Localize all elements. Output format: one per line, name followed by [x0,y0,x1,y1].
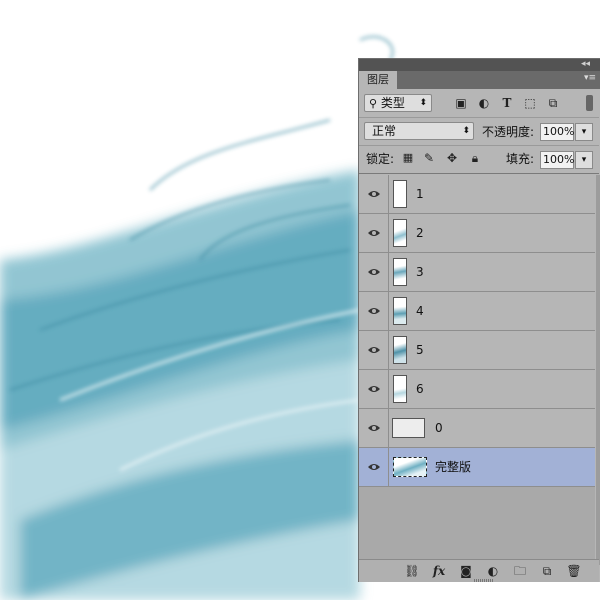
layers-panel: ◂◂ 图层 ▾≡ ⚲ 类型 ⬍ ▣ ◐ T ⬚ ⧉ 正常 ⬍ 不透明度: 100… [358,58,600,582]
search-icon: ⚲ [369,97,378,110]
layer-thumbnail [393,375,407,403]
new-group-icon[interactable]: 🗀︎ [512,563,528,579]
lock-paint-icon[interactable]: ✎ [422,151,436,165]
layers-list: 1 2 3 4 5 6 0 完整版 [359,175,595,565]
adjustment-layer-icon[interactable]: ◐ [485,563,501,579]
layer-thumbnail [393,180,407,208]
visibility-eye-icon[interactable] [359,370,389,408]
layer-name: 2 [416,226,424,240]
layer-thumbnail [393,219,407,247]
collapse-panel-icon[interactable]: ◂◂ [581,58,590,70]
select-arrow-icon: ⬍ [419,98,427,108]
layer-row[interactable]: 2 [359,214,595,253]
panel-bottom-bar: ⛓︎ fx ◙ ◐ 🗀︎ ⧉ 🗑︎ [359,559,599,582]
layer-name: 0 [435,421,443,435]
blend-row: 正常 ⬍ 不透明度: 100% ▾ [359,119,599,146]
layer-row[interactable]: 1 [359,175,595,214]
blend-mode-select[interactable]: 正常 ⬍ [364,122,474,140]
filter-kind-value: 类型 [380,96,405,110]
opacity-input[interactable]: 100% [540,123,574,141]
delete-icon[interactable]: 🗑︎ [566,563,582,579]
layer-thumbnail [393,336,407,364]
layer-thumbnail [392,418,425,438]
fill-label: 填充: [506,152,535,166]
scrollbar[interactable] [596,175,600,565]
lock-label: 锁定: [366,152,395,166]
resize-grip[interactable] [474,579,494,582]
shape-icon[interactable]: ⬚ [523,96,537,110]
lock-position-icon[interactable]: ✥ [445,151,459,165]
visibility-eye-icon[interactable] [359,331,389,369]
layer-thumbnail [393,457,427,477]
lock-transparent-icon[interactable]: ▦ [401,151,415,165]
fill-dropdown-icon[interactable]: ▾ [575,151,593,169]
image-icon[interactable]: ▣ [454,96,468,110]
new-layer-icon[interactable]: ⧉ [539,563,555,579]
add-mask-icon[interactable]: ◙ [458,563,474,579]
lock-row: 锁定: ▦ ✎ ✥ 🔒︎ 填充: 100% ▾ [359,147,599,174]
visibility-eye-icon[interactable] [359,175,389,213]
blend-mode-value: 正常 [372,124,397,138]
layer-name: 4 [416,304,424,318]
layer-row[interactable]: 4 [359,292,595,331]
visibility-eye-icon[interactable] [359,292,389,330]
layer-row[interactable]: 0 [359,409,595,448]
tab-layers[interactable]: 图层 [359,71,397,89]
filter-row: ⚲ 类型 ⬍ ▣ ◐ T ⬚ ⧉ [359,91,599,118]
adjustment-icon[interactable]: ◐ [477,96,491,110]
type-icon[interactable]: T [500,96,514,110]
link-layers-icon[interactable]: ⛓︎ [404,563,420,579]
fx-icon[interactable]: fx [431,563,447,579]
visibility-eye-icon[interactable] [359,253,389,291]
layer-thumbnail [393,297,407,325]
filter-kind-select[interactable]: ⚲ 类型 ⬍ [364,94,432,112]
layer-name: 1 [416,187,424,201]
fill-input[interactable]: 100% [540,151,574,169]
opacity-dropdown-icon[interactable]: ▾ [575,123,593,141]
visibility-eye-icon[interactable] [359,448,389,486]
layer-row[interactable]: 6 [359,370,595,409]
visibility-eye-icon[interactable] [359,214,389,252]
smart-object-icon[interactable]: ⧉ [546,96,560,110]
layer-row[interactable]: 5 [359,331,595,370]
layer-thumbnail [393,258,407,286]
layer-name: 5 [416,343,424,357]
filter-toggle[interactable] [586,95,593,111]
panel-menu-icon[interactable]: ▾≡ [584,73,596,83]
layer-row-selected[interactable]: 完整版 [359,448,595,487]
layer-name: 6 [416,382,424,396]
select-arrow-icon: ⬍ [462,126,470,136]
panel-tab-row: 图层 ▾≡ [359,71,600,89]
panel-titlebar: ◂◂ [359,59,600,71]
lock-all-icon[interactable]: 🔒︎ [468,151,482,165]
layer-name: 完整版 [435,460,472,474]
opacity-label: 不透明度: [482,125,535,139]
visibility-eye-icon[interactable] [359,409,389,447]
layer-name: 3 [416,265,424,279]
layer-row[interactable]: 3 [359,253,595,292]
